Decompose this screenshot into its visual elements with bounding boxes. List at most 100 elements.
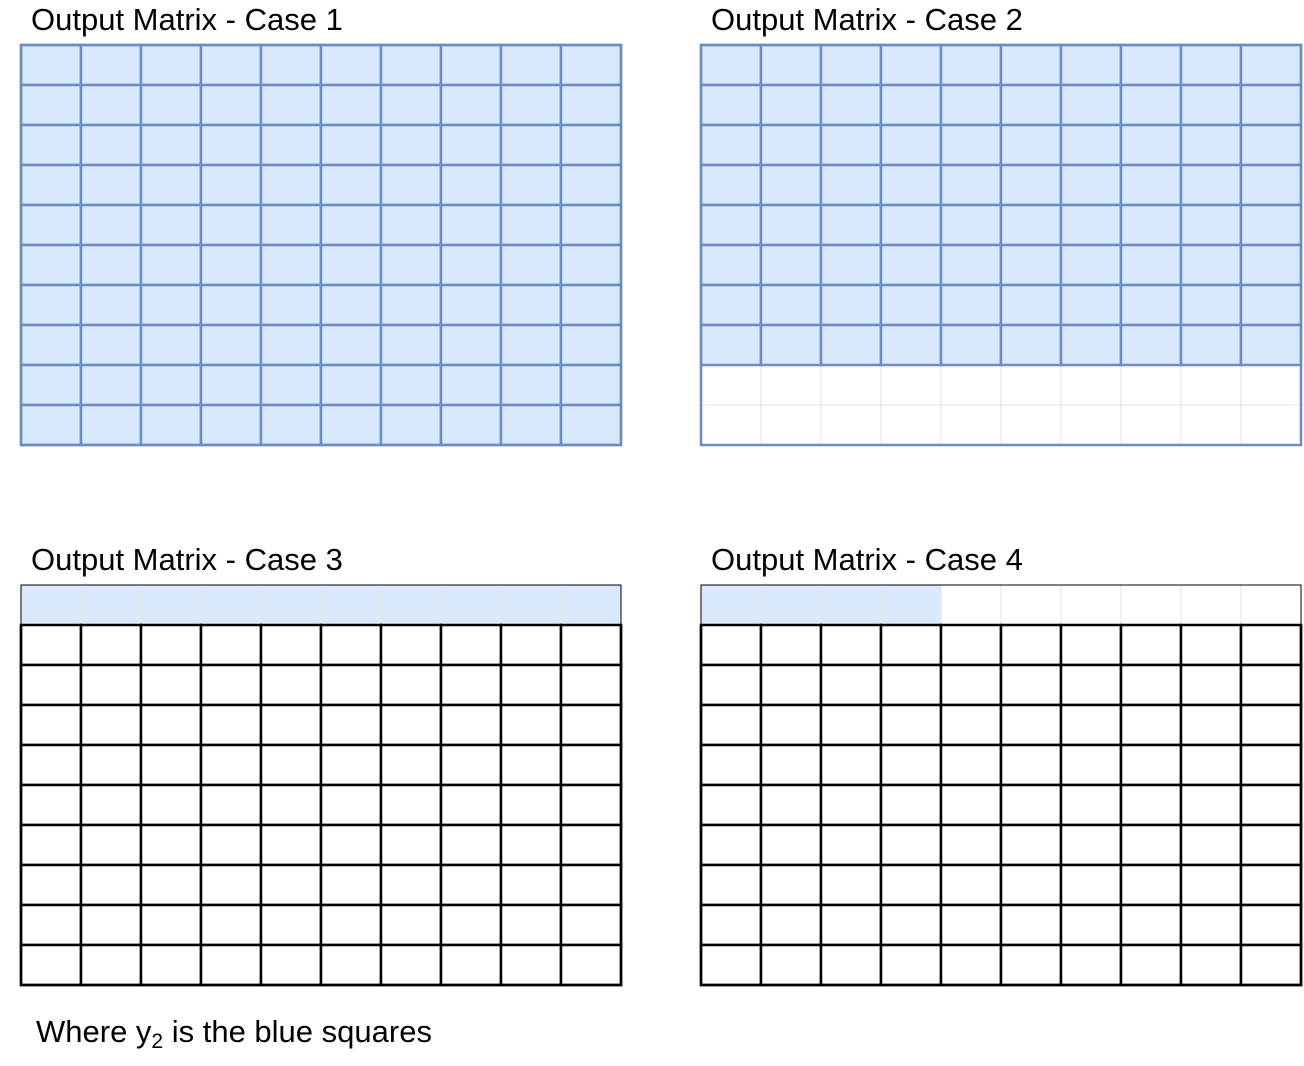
matrix-cell-blue bbox=[499, 203, 563, 247]
matrix-cell-blue bbox=[879, 203, 943, 247]
matrix-cell-blue bbox=[320, 584, 382, 626]
matrix-cell-blue bbox=[19, 123, 83, 167]
matrix-cell-blue bbox=[699, 43, 763, 87]
matrix-cell-blue bbox=[1059, 83, 1123, 127]
matrix-cell-blue bbox=[1119, 83, 1183, 127]
matrix-cell-blue bbox=[259, 283, 323, 327]
matrix-cell-blue bbox=[819, 243, 883, 287]
matrix-cell bbox=[1239, 863, 1303, 907]
matrix-cell-blue bbox=[259, 43, 323, 87]
matrix-cell-blue bbox=[439, 403, 503, 447]
matrix-cell-blue bbox=[139, 243, 203, 287]
matrix-cell bbox=[439, 663, 503, 707]
matrix-case-2 bbox=[699, 43, 1303, 447]
matrix-case-4 bbox=[699, 584, 1303, 987]
matrix-cell-blue bbox=[199, 123, 263, 167]
matrix-cell-blue bbox=[319, 203, 383, 247]
matrix-cell-blue bbox=[759, 243, 823, 287]
matrix-cell bbox=[819, 663, 883, 707]
matrix-cell bbox=[999, 863, 1063, 907]
matrix-cell-blue bbox=[499, 243, 563, 287]
matrix-cell bbox=[379, 823, 443, 867]
matrix-cell bbox=[1060, 364, 1122, 406]
matrix-cell bbox=[1239, 783, 1303, 827]
matrix-cell bbox=[439, 623, 503, 667]
matrix-cell bbox=[1180, 364, 1242, 406]
matrix-cell bbox=[559, 823, 623, 867]
matrix-cell bbox=[19, 943, 83, 987]
matrix-cell-blue bbox=[1239, 43, 1303, 87]
matrix-cell bbox=[139, 943, 203, 987]
matrix-cell bbox=[199, 783, 263, 827]
matrix-cell bbox=[19, 663, 83, 707]
matrix-cell-blue bbox=[440, 584, 502, 626]
matrix-cell-blue bbox=[439, 363, 503, 407]
matrix-cell bbox=[879, 943, 943, 987]
matrix-cell bbox=[940, 404, 1002, 446]
matrix-cell bbox=[1119, 823, 1183, 867]
matrix-cell-blue bbox=[1119, 123, 1183, 167]
matrix-cell-blue bbox=[439, 83, 503, 127]
matrix-cell bbox=[439, 863, 503, 907]
matrix-cell bbox=[1239, 823, 1303, 867]
matrix-cell bbox=[19, 623, 83, 667]
matrix-cell-blue bbox=[559, 83, 623, 127]
matrix-cell bbox=[79, 823, 143, 867]
matrix-cell bbox=[79, 663, 143, 707]
matrix-cell-blue bbox=[1119, 243, 1183, 287]
matrix-cell-blue bbox=[1179, 283, 1243, 327]
matrix-cell-blue bbox=[1059, 163, 1123, 207]
matrix-cell bbox=[759, 623, 823, 667]
matrix-cell bbox=[439, 703, 503, 747]
matrix-cell bbox=[819, 783, 883, 827]
matrix-cell bbox=[879, 623, 943, 667]
matrix-cell-blue bbox=[559, 43, 623, 87]
matrix-cell-blue bbox=[439, 243, 503, 287]
matrix-cell-blue bbox=[379, 283, 443, 327]
matrix-cell bbox=[259, 783, 323, 827]
matrix-cell bbox=[939, 863, 1003, 907]
matrix-cell bbox=[1239, 703, 1303, 747]
matrix-cell bbox=[379, 743, 443, 787]
matrix-cell bbox=[1179, 703, 1243, 747]
matrix-cell-blue bbox=[319, 243, 383, 287]
matrix-cell-blue bbox=[1119, 163, 1183, 207]
matrix-cell bbox=[1000, 364, 1062, 406]
matrix-cell-blue bbox=[199, 43, 263, 87]
matrix-cell-blue bbox=[1119, 43, 1183, 87]
matrix-cell bbox=[880, 404, 942, 446]
matrix-cell-blue bbox=[939, 163, 1003, 207]
matrix-cell-blue bbox=[559, 243, 623, 287]
matrix-cell bbox=[139, 783, 203, 827]
matrix-cell bbox=[1180, 584, 1242, 626]
matrix-cell-blue bbox=[879, 163, 943, 207]
matrix-cell-blue bbox=[499, 163, 563, 207]
matrix-cell bbox=[259, 863, 323, 907]
matrix-cell-blue bbox=[499, 123, 563, 167]
matrix-cell bbox=[379, 863, 443, 907]
matrix-cell bbox=[939, 783, 1003, 827]
matrix-cell-blue bbox=[759, 83, 823, 127]
matrix-cell bbox=[1059, 703, 1123, 747]
matrix-cell bbox=[1059, 903, 1123, 947]
matrix-cell-blue bbox=[79, 283, 143, 327]
matrix-cell-blue bbox=[20, 584, 82, 626]
matrix-cell-blue bbox=[1179, 83, 1243, 127]
matrix-cell-blue bbox=[79, 83, 143, 127]
matrix-svg bbox=[699, 584, 1303, 987]
matrix-cell-blue bbox=[499, 363, 563, 407]
matrix-cell-blue bbox=[819, 323, 883, 367]
matrix-cell bbox=[379, 943, 443, 987]
matrix-cell bbox=[759, 663, 823, 707]
matrix-cell-blue bbox=[319, 363, 383, 407]
matrix-cell-blue bbox=[139, 203, 203, 247]
matrix-cell bbox=[939, 943, 1003, 987]
matrix-cell-blue bbox=[19, 403, 83, 447]
matrix-cell bbox=[379, 703, 443, 747]
matrix-cell-blue bbox=[1059, 43, 1123, 87]
matrix-cell-blue bbox=[880, 584, 942, 626]
matrix-cell-blue bbox=[1119, 323, 1183, 367]
matrix-cell-blue bbox=[199, 283, 263, 327]
matrix-cell bbox=[999, 823, 1063, 867]
matrix-cell bbox=[819, 623, 883, 667]
